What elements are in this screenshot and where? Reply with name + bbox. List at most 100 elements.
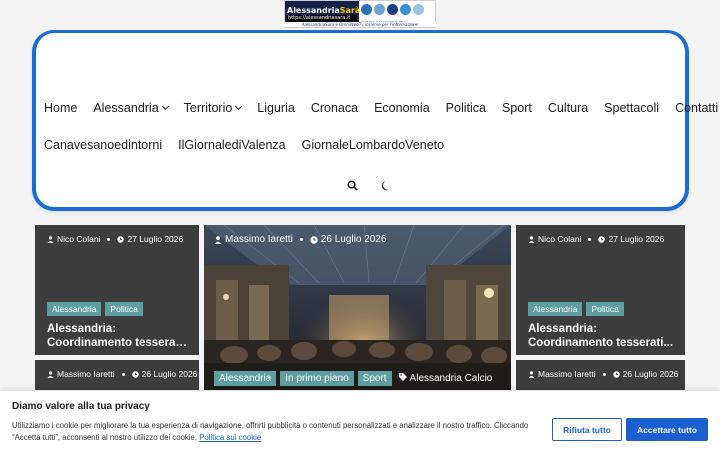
nav-item-spettacoli[interactable]: Spettacoli: [604, 101, 659, 115]
partner-logo-icon: [400, 3, 411, 15]
cookie-policy-link[interactable]: Politica sui cookie: [199, 433, 261, 442]
refuse-all-button[interactable]: Rifiuta tutto: [552, 418, 622, 441]
nav-item-alessandria[interactable]: Alessandria: [93, 101, 169, 115]
cookie-text: Utilizziamo i cookie per migliorare la t…: [12, 420, 542, 444]
search-icon[interactable]: [342, 175, 362, 195]
tag-sport[interactable]: Sport: [357, 371, 392, 386]
user-icon: [528, 235, 535, 243]
post-card-left-bottom[interactable]: Massimo Iaretti 26 Luglio 2026: [35, 360, 199, 390]
accept-all-button[interactable]: Accettare tutto: [626, 418, 708, 441]
meta-separator: [299, 238, 303, 241]
post-topic[interactable]: Alessandria Calcio: [398, 373, 493, 384]
post-photo: [204, 225, 511, 395]
partner-logo-icon: [413, 3, 424, 15]
nav-label: Cultura: [547, 101, 589, 115]
chevron-down-icon: [235, 102, 243, 111]
post-tags: Alessandria Politica: [47, 302, 143, 316]
nav-label: IlGiornalediValenza: [178, 138, 286, 152]
partner-logos: [361, 2, 433, 16]
nav-item-economia[interactable]: Economia: [374, 101, 430, 115]
user-icon: [47, 370, 54, 378]
nav-label: Liguria: [257, 101, 295, 115]
tag-icon: [398, 373, 407, 384]
post-card-featured[interactable]: Massimo Iaretti 26 Luglio 2026 Alessandr…: [204, 225, 511, 395]
nav-item-canavesanoedintorni[interactable]: Canavesanoedintorni: [44, 138, 162, 152]
user-icon: [214, 235, 222, 244]
tag-alessandria[interactable]: Alessandria: [47, 302, 102, 316]
logo-url: https://alessandriasara.it: [287, 15, 357, 22]
post-meta: Massimo Iaretti 26 Luglio 2026: [528, 369, 678, 379]
post-date: 27 Luglio 2026: [608, 234, 665, 244]
logo-tagline: AlessandriaSarà e OmniWebTv insieme per …: [284, 22, 436, 27]
nav-item-home[interactable]: Home: [44, 101, 77, 115]
clock-icon: [598, 235, 606, 243]
post-author[interactable]: Nico Colani: [57, 234, 100, 244]
nav-item-sport[interactable]: Sport: [502, 101, 532, 115]
nav-label: Spettacoli: [604, 101, 660, 115]
user-icon: [528, 370, 535, 378]
post-card-left-top[interactable]: Nico Colani 27 Luglio 2026 Alessandria P…: [35, 225, 199, 355]
post-author[interactable]: Nico Colani: [538, 234, 581, 244]
tag-in-primo-piano[interactable]: In primo piano: [280, 371, 354, 386]
primary-nav: Home Alessandria Territorio Liguria Cron…: [44, 101, 720, 115]
partner-logo-icon: [374, 3, 385, 15]
post-date: 26 Luglio 2026: [320, 234, 387, 245]
dark-mode-moon-icon[interactable]: [376, 175, 396, 195]
nav-label: Territorio: [183, 101, 233, 115]
post-author[interactable]: Massimo Iaretti: [225, 234, 293, 245]
meta-separator: [107, 237, 111, 241]
logo-brand: AlessandriaSarà: [287, 6, 360, 15]
partner-logo-icon: [361, 3, 372, 15]
nav-item-politica[interactable]: Politica: [446, 101, 486, 115]
clock-icon: [117, 235, 125, 243]
post-title-line1: Alessandria:: [528, 323, 598, 335]
tag-alessandria[interactable]: Alessandria: [214, 371, 277, 386]
nav-item-territorio[interactable]: Territorio: [183, 101, 243, 115]
post-meta: Massimo Iaretti 26 Luglio 2026: [47, 369, 197, 379]
post-title-line1: Alessandria:: [47, 323, 117, 335]
tag-politica[interactable]: Politica: [586, 302, 624, 316]
cookie-description: Utilizziamo i cookie per migliorare la t…: [12, 421, 529, 442]
nav-item-contatti[interactable]: Contatti: [675, 101, 718, 115]
header-actions: [342, 175, 396, 195]
logo-brand-part2: Sarà: [339, 6, 361, 15]
chevron-down-icon: [161, 102, 169, 111]
post-tags: Alessandria In primo piano Sport Alessan…: [214, 371, 492, 386]
post-title[interactable]: Alessandria: Coordinamento tesserati...: [47, 322, 189, 350]
secondary-nav: Canavesanoedintorni IlGiornalediValenza …: [44, 138, 460, 152]
nav-item-liguria[interactable]: Liguria: [257, 101, 295, 115]
nav-item-ilgiornaledivalenza[interactable]: IlGiornalediValenza: [178, 138, 285, 152]
post-date: 26 Luglio 2026: [141, 369, 198, 379]
post-meta: Massimo Iaretti 26 Luglio 2026: [214, 234, 386, 245]
post-topic-label: Alessandria Calcio: [409, 373, 493, 384]
post-author[interactable]: Massimo Iaretti: [57, 369, 115, 379]
nav-label: Economia: [374, 101, 430, 115]
cookie-title: Diamo valore alla tua privacy: [12, 401, 150, 412]
nav-item-giornalelombardoveneto[interactable]: GiornaleLombardoVeneto: [302, 138, 444, 152]
meta-separator: [121, 372, 125, 376]
nav-item-cronaca[interactable]: Cronaca: [311, 101, 358, 115]
clock-icon: [310, 235, 318, 244]
post-card-right-top[interactable]: Nico Colani 27 Luglio 2026 Alessandria P…: [516, 225, 685, 355]
post-title-line2: Coordinamento tesserati...: [47, 337, 189, 349]
nav-label: Alessandria: [93, 101, 159, 115]
nav-label: Canavesanoedintorni: [44, 138, 163, 152]
post-meta: Nico Colani 27 Luglio 2026: [47, 234, 183, 244]
clock-icon: [131, 370, 139, 378]
post-card-right-bottom[interactable]: Massimo Iaretti 26 Luglio 2026: [516, 360, 685, 390]
nav-label: GiornaleLombardoVeneto: [301, 138, 445, 152]
post-author[interactable]: Massimo Iaretti: [538, 369, 596, 379]
logo-brand-part1: Alessandria: [287, 6, 340, 15]
nav-label: Politica: [445, 101, 486, 115]
clock-icon: [612, 370, 620, 378]
user-icon: [47, 235, 54, 243]
nav-label: Sport: [501, 101, 532, 115]
post-title[interactable]: Alessandria: Coordinamento tesserati...: [528, 322, 675, 350]
tag-alessandria[interactable]: Alessandria: [528, 302, 583, 316]
post-title-line2: Coordinamento tesserati...: [528, 337, 674, 349]
site-header: Home Alessandria Territorio Liguria Cron…: [32, 30, 718, 211]
post-tags: Alessandria Politica: [528, 302, 624, 316]
post-date: 26 Luglio 2026: [622, 369, 679, 379]
tag-politica[interactable]: Politica: [105, 302, 143, 316]
nav-item-cultura[interactable]: Cultura: [548, 101, 588, 115]
